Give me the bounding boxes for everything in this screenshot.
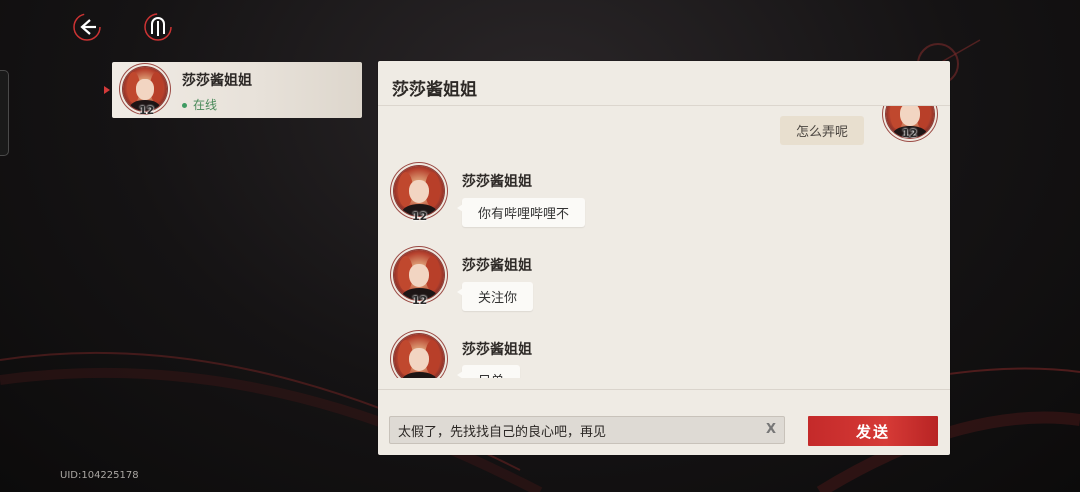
sender-name: 莎莎酱姐姐 [462, 258, 532, 274]
sender-avatar [394, 166, 444, 216]
back-arrow-icon [73, 13, 101, 41]
status-label: 在线 [193, 98, 218, 112]
chat-panel: 莎莎酱姐姐 怎么弄呢 12 12 莎莎酱姐姐 你有哔哩哔哩不 12 莎莎酱姐姐 … [378, 61, 950, 455]
level-badge: 12 [412, 294, 428, 307]
message-bubble: 你有哔哩哔哩不 [456, 198, 586, 227]
message-list[interactable]: 怎么弄呢 12 12 莎莎酱姐姐 你有哔哩哔哩不 12 莎莎酱姐姐 关注你 莎莎… [378, 106, 950, 378]
selected-marker [104, 86, 110, 94]
contact-name: 莎莎酱姐姐 [182, 73, 252, 89]
level-badge: 12 [139, 104, 155, 117]
uid-label: UID:104225178 [60, 470, 139, 481]
send-button[interactable]: 发送 [808, 416, 938, 446]
level-badge: 12 [412, 210, 428, 223]
message-bubble-self: 怎么弄呢 [780, 116, 865, 145]
contact-item[interactable]: 12 莎莎酱姐姐 在线 [112, 62, 362, 118]
online-dot-icon [182, 103, 187, 108]
sender-avatar [394, 334, 444, 378]
message-bubble: 只单 [456, 365, 521, 378]
message-input[interactable] [389, 416, 785, 444]
chat-title: 莎莎酱姐姐 [392, 80, 477, 100]
composer: X 发送 [378, 389, 950, 456]
sender-name: 莎莎酱姐姐 [462, 174, 532, 190]
emblem-button[interactable] [143, 12, 173, 42]
side-drawer-handle[interactable] [0, 70, 9, 156]
contact-status: 在线 [182, 96, 217, 113]
back-button[interactable] [72, 12, 102, 42]
sender-name: 莎莎酱姐姐 [462, 342, 532, 358]
clear-icon[interactable]: X [762, 421, 780, 439]
sender-avatar [394, 250, 444, 300]
level-badge: 12 [902, 127, 918, 140]
message-bubble: 关注你 [456, 282, 534, 311]
emblem-icon [144, 13, 172, 41]
